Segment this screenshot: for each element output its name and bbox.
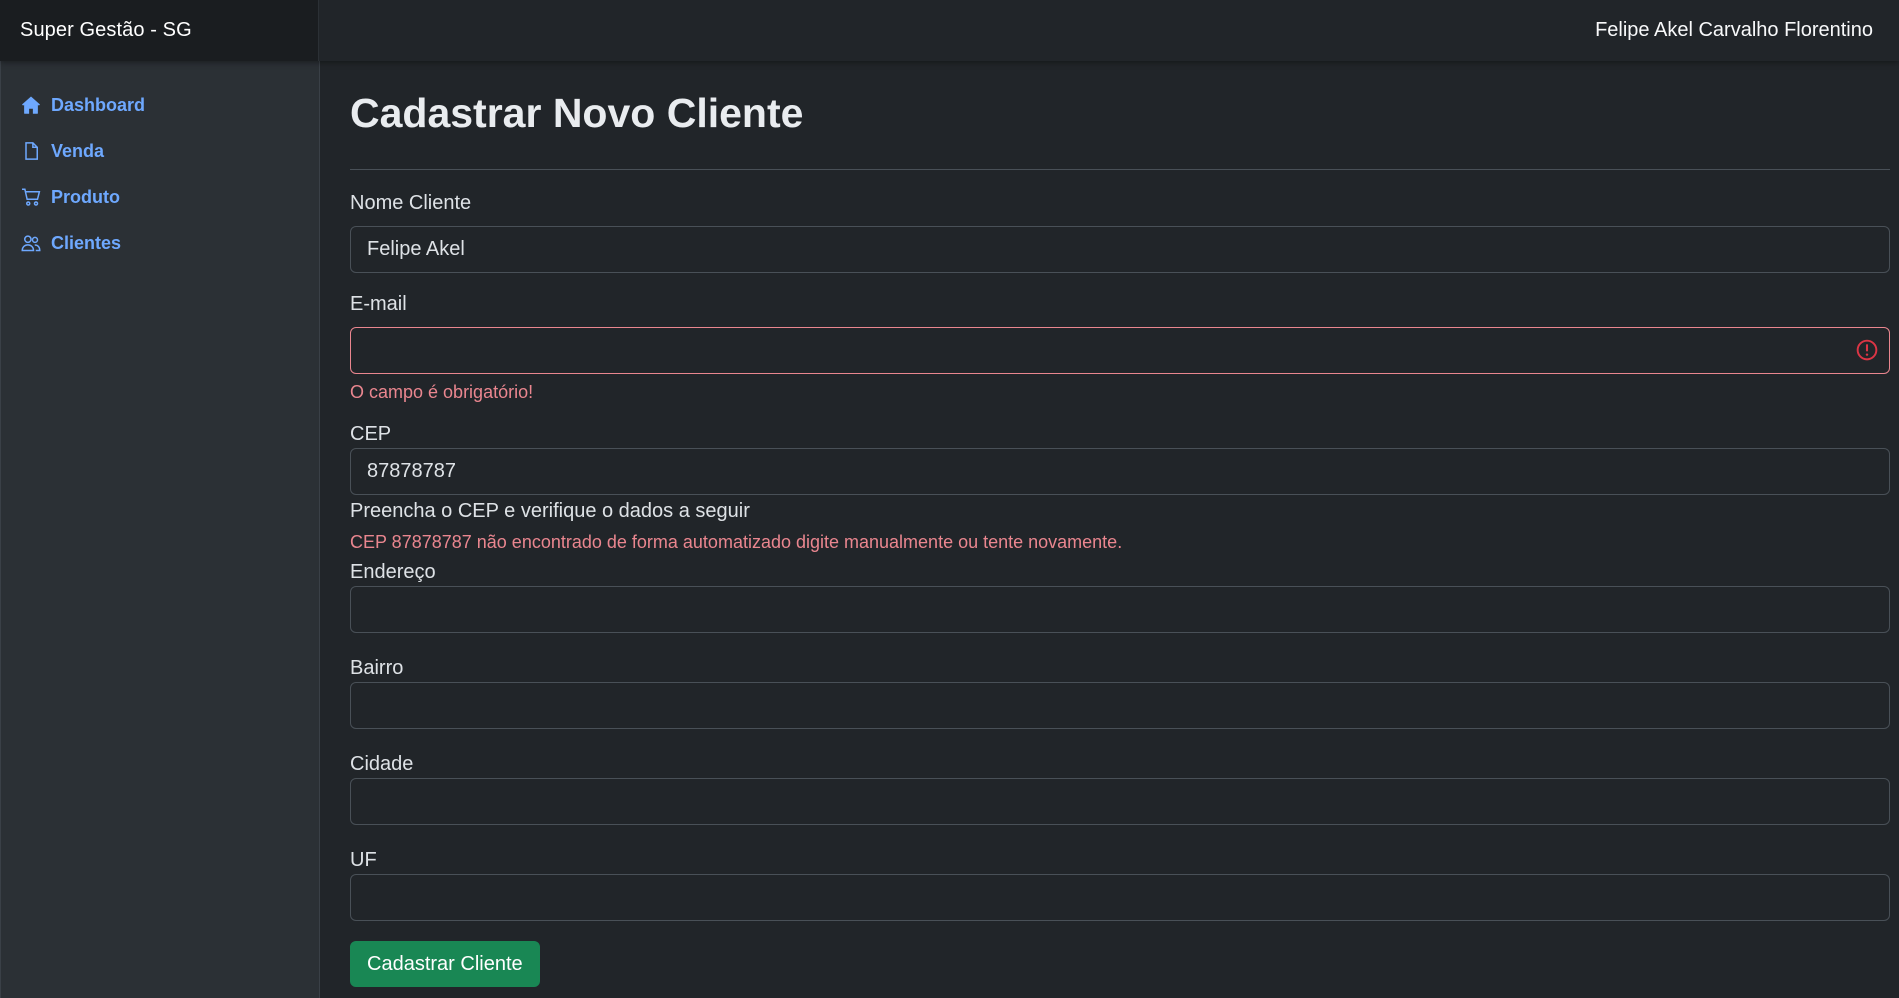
people-icon [21,235,41,252]
cep-input[interactable] [350,448,1890,495]
sidebar-item-label: Venda [51,140,105,161]
email-field-wrapper [350,327,1890,374]
cadastrar-cliente-button[interactable]: Cadastrar Cliente [350,941,540,987]
sidebar-item-label: Clientes [51,232,122,253]
nome-cliente-input[interactable] [350,226,1890,273]
sidebar-item-label: Produto [51,186,120,207]
sidebar-item-clientes[interactable]: Clientes [1,220,319,266]
endereco-label: Endereço [350,561,436,583]
endereco-input[interactable] [350,586,1890,633]
cidade-label: Cidade [350,753,414,775]
sidebar-item-venda[interactable]: Venda [1,128,319,174]
uf-input[interactable] [350,874,1890,921]
page-title: Cadastrar Novo Cliente [350,90,804,136]
cep-help-text: Preencha o CEP e verifique o dados a seg… [350,500,750,522]
sidebar-item-dashboard[interactable]: Dashboard [1,82,319,128]
house-icon [22,96,40,114]
sidebar-item-produto[interactable]: Produto [1,174,319,220]
file-icon [25,142,38,160]
email-label: E-mail [350,293,407,315]
cep-label: CEP [350,423,392,445]
user-name[interactable]: Felipe Akel Carvalho Florentino [1595,0,1873,61]
sidebar-item-label: Dashboard [51,94,146,115]
uf-label: UF [350,849,377,871]
nome-cliente-label: Nome Cliente [350,192,472,214]
cart-icon [22,188,41,206]
bairro-input[interactable] [350,682,1890,729]
sidebar: Dashboard Venda Produto Clientes [0,61,320,998]
top-navbar: Super Gestão - SG Felipe Akel Carvalho F… [0,0,1899,61]
brand-link[interactable]: Super Gestão - SG [0,0,319,61]
title-divider [350,169,1890,170]
alert-circle-icon [1856,339,1878,361]
cidade-input[interactable] [350,778,1890,825]
email-input[interactable] [350,327,1890,374]
bairro-label: Bairro [350,657,404,679]
main-content: Cadastrar Novo Cliente Nome Cliente E-ma… [350,61,1890,987]
email-error-message: O campo é obrigatório! [350,382,534,402]
cep-error-message: CEP 87878787 não encontrado de forma aut… [350,532,1123,552]
